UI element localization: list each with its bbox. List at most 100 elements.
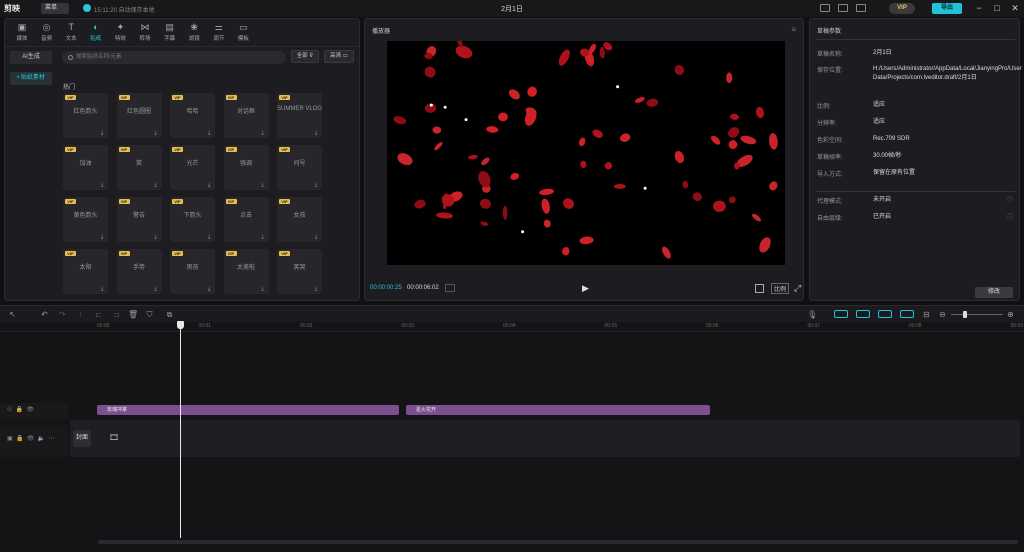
download-icon[interactable]: ⤓ [155, 131, 160, 136]
info-icon[interactable]: ⓘ [1007, 195, 1013, 204]
sticker-item[interactable]: VIP 警告 ⤓ [116, 197, 162, 242]
info-icon[interactable]: ⓘ [1007, 212, 1013, 221]
modify-button[interactable]: 修改 [975, 287, 1013, 298]
download-icon[interactable]: ⤓ [315, 131, 320, 136]
timecode-icon[interactable] [445, 284, 455, 292]
download-icon[interactable]: ⤓ [208, 131, 213, 136]
shortcut-icon[interactable] [838, 4, 848, 12]
download-icon[interactable]: ⤓ [101, 235, 106, 240]
sticker-item[interactable]: VIP 黄色箭头 ⤓ [63, 197, 108, 242]
tab-1[interactable]: ▣ 媒体 [9, 21, 35, 43]
download-icon[interactable]: ⤓ [315, 235, 320, 240]
clip-effect-2[interactable]: 星火花开 [406, 405, 710, 415]
download-icon[interactable]: ⤓ [101, 183, 106, 188]
download-icon[interactable]: ⤓ [101, 131, 106, 136]
delete-icon[interactable]: 🗑 [128, 310, 138, 319]
menu-button[interactable]: 菜单 [41, 3, 69, 14]
download-icon[interactable]: ⤓ [262, 131, 267, 136]
sticker-item[interactable]: VIP 问号 ⤓ [277, 145, 322, 190]
sticker-item[interactable]: VIP 光芒 ⤓ [170, 145, 215, 190]
main-track-controls[interactable]: ▣ 🔒 👁 🔈 ⋯ [7, 435, 55, 442]
playhead-handle[interactable] [177, 321, 184, 329]
tab-3[interactable]: T 文本 [58, 21, 84, 43]
sticker-item[interactable]: VIP 红色圆圈 ⤓ [116, 93, 162, 138]
zoom-slider[interactable] [951, 314, 1003, 315]
sticker-item[interactable]: VIP 太阳 ⤓ [63, 249, 108, 294]
close-icon[interactable]: ✕ [1009, 2, 1021, 14]
download-icon[interactable]: ⤓ [262, 287, 267, 292]
undo-icon[interactable]: ↶ [40, 310, 49, 319]
download-icon[interactable]: ⤓ [208, 183, 213, 188]
timeline-scrollbar[interactable] [98, 540, 1018, 544]
sticker-item[interactable]: VIP 哈哈 ⤓ [170, 93, 215, 138]
fullscreen-icon[interactable]: ⤢ [794, 283, 801, 294]
sticker-item[interactable]: VIP 太美啦 ⤓ [223, 249, 269, 294]
search-input[interactable]: 搜索贴纸名称/元素 [62, 51, 286, 64]
tab-4[interactable]: ◐ 贴纸 [83, 21, 109, 43]
tab-10[interactable]: ▭ 模板 [230, 21, 256, 43]
download-icon[interactable]: ⤓ [155, 235, 160, 240]
download-icon[interactable]: ⤓ [315, 183, 320, 188]
sticker-item[interactable]: VIP 笑哭 ⤓ [277, 249, 322, 294]
preview-axis-icon[interactable] [878, 310, 892, 318]
crop-icon[interactable]: ⧉ [165, 310, 174, 319]
filter-all-button[interactable]: 全部 ⊽ [291, 50, 319, 63]
download-icon[interactable]: ⤓ [155, 183, 160, 188]
zoom-out-icon[interactable]: ⊖ [938, 310, 947, 319]
sticker-item[interactable]: VIP 下箭头 ⤓ [170, 197, 215, 242]
sticker-item[interactable]: VIP 对话框 ⤓ [223, 93, 269, 138]
tab-8[interactable]: ❀ 滤镜 [181, 21, 207, 43]
download-icon[interactable]: ⤓ [155, 287, 160, 292]
download-icon[interactable]: ⤓ [315, 287, 320, 292]
timeline-ruler[interactable]: 00:00 00:01 00:02 00:03 00:04 00:05 00:06 00:07… [0, 322, 1024, 332]
zoom-slider-handle[interactable] [963, 311, 967, 318]
track-controls[interactable]: ⚇ 🔒 👁 [7, 406, 34, 413]
main-track[interactable] [70, 420, 1020, 457]
sticker-item[interactable]: VIP 强调 ⤓ [223, 145, 269, 190]
caption-icon[interactable]: ⊟ [922, 310, 931, 319]
mic-icon[interactable]: 🎙 [807, 310, 817, 319]
layout-icon[interactable] [820, 4, 830, 12]
maximize-icon[interactable]: □ [991, 2, 1003, 14]
vip-badge[interactable]: VIP [889, 3, 915, 14]
magnet-icon[interactable] [856, 310, 870, 318]
sticker-item[interactable]: VIP 男孩 ⤓ [170, 249, 215, 294]
video-canvas[interactable] [387, 41, 785, 265]
sticker-item[interactable]: VIP 笑 ⤓ [116, 145, 162, 190]
tab-7[interactable]: ▤ 字幕 [157, 21, 183, 43]
minimize-icon[interactable]: − [973, 2, 985, 14]
petal [580, 160, 587, 169]
play-icon[interactable]: ▶ [582, 283, 589, 294]
tab-6[interactable]: ⋈ 转场 [132, 21, 158, 43]
ratio-button[interactable]: 比例 [771, 283, 790, 294]
sidebar-item-ai[interactable]: AI生成 [10, 51, 52, 64]
sticker-item[interactable]: VIP 加油 ⤓ [63, 145, 108, 190]
download-icon[interactable]: ⤓ [262, 183, 267, 188]
player-menu-icon[interactable]: ≡ [791, 25, 796, 34]
sticker-item[interactable]: VIP 手势 ⤓ [116, 249, 162, 294]
download-icon[interactable]: ⤓ [262, 235, 267, 240]
shield-icon[interactable]: ⛉ [145, 310, 154, 319]
cover-button[interactable]: 封面 [73, 430, 91, 447]
download-icon[interactable]: ⤓ [208, 235, 213, 240]
clip-effect-1[interactable]: 玫瑰冲掌 [97, 405, 399, 415]
sticker-item[interactable]: VIP SUMMER VLOG ⤓ [277, 93, 322, 138]
download-icon[interactable]: ⤓ [208, 287, 213, 292]
sidebar-item-stickers[interactable]: • 贴纸素材 [10, 72, 52, 85]
link-icon[interactable] [834, 310, 848, 318]
tab-2[interactable]: ◎ 音频 [34, 21, 60, 43]
filter-clean-button[interactable]: 高清 ▭ [324, 50, 354, 63]
download-icon[interactable]: ⤓ [101, 287, 106, 292]
sticker-item[interactable]: VIP 女孩 ⤓ [277, 197, 322, 242]
tab-5[interactable]: ✦ 特效 [107, 21, 133, 43]
export-button[interactable]: 导出 [932, 3, 962, 14]
tab-9[interactable]: ⚌ 调节 [206, 21, 232, 43]
snap-icon[interactable] [900, 310, 914, 318]
sticker-item[interactable]: VIP 红色箭头 ⤓ [63, 93, 108, 138]
zoom-in-icon[interactable]: ⊕ [1006, 310, 1015, 319]
playhead[interactable] [180, 322, 181, 538]
settings-icon[interactable] [856, 4, 866, 12]
select-tool-icon[interactable]: ↖ [8, 310, 17, 319]
sticker-item[interactable]: VIP 点击 ⤓ [223, 197, 269, 242]
fit-icon[interactable] [755, 284, 764, 293]
